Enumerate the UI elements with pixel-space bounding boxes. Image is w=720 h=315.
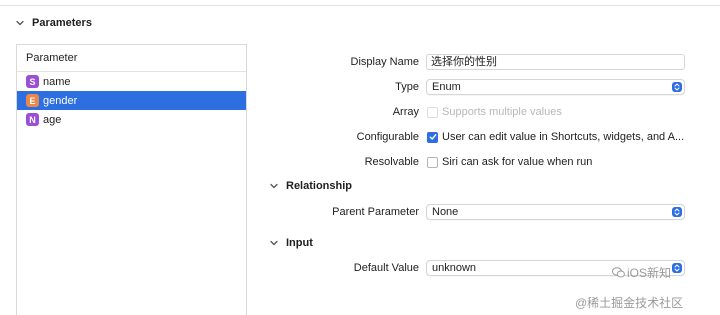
parent-parameter-label: Parent Parameter — [332, 206, 419, 218]
relationship-section-title: Relationship — [286, 180, 353, 192]
resolvable-label: Resolvable — [364, 156, 419, 168]
parameter-item-age[interactable]: N age — [17, 110, 246, 129]
relationship-section-header[interactable]: Relationship — [270, 180, 352, 192]
number-type-icon: N — [26, 113, 39, 126]
resolvable-checkbox-row: Siri can ask for value when run — [427, 156, 592, 168]
chevron-down-icon[interactable] — [270, 239, 278, 247]
up-down-chevron-icon — [672, 207, 682, 217]
input-section-title: Input — [286, 237, 313, 249]
configurable-label: Configurable — [356, 131, 419, 143]
watermark-brand-text: iOS新知 — [627, 266, 672, 280]
type-label: Type — [395, 81, 419, 93]
wechat-icon — [612, 267, 625, 281]
checkmark-icon — [429, 134, 436, 140]
display-name-label: Display Name — [350, 56, 419, 68]
parameters-section-title: Parameters — [32, 17, 92, 29]
parameter-item-label: gender — [43, 94, 78, 107]
top-divider — [0, 5, 720, 6]
parameter-list: Parameter S name E gender N age — [16, 44, 247, 315]
watermark-brand: iOS新知 — [612, 264, 671, 281]
chevron-down-icon[interactable] — [270, 182, 278, 190]
type-popup[interactable]: Enum — [426, 79, 685, 95]
parameter-item-gender[interactable]: E gender — [17, 91, 246, 110]
enum-type-icon: E — [26, 94, 39, 107]
array-checkbox-label: Supports multiple values — [442, 106, 562, 118]
parameter-item-label: name — [43, 75, 71, 88]
up-down-chevron-icon — [672, 263, 682, 273]
configurable-checkbox-row: User can edit value in Shortcuts, widget… — [427, 131, 684, 143]
parent-parameter-popup[interactable]: None — [426, 204, 685, 220]
parameter-list-header: Parameter — [17, 45, 246, 72]
watermark-source: @稀土掘金技术社区 — [575, 296, 684, 310]
resolvable-checkbox[interactable] — [427, 156, 438, 168]
up-down-chevron-icon — [672, 82, 682, 92]
configurable-checkbox-label: User can edit value in Shortcuts, widget… — [442, 131, 685, 143]
parameters-section-header[interactable]: Parameters — [16, 17, 92, 29]
parameter-item-label: age — [43, 113, 62, 126]
parameter-item-name[interactable]: S name — [17, 72, 246, 91]
type-popup-value: Enum — [432, 81, 461, 93]
default-value-value: unknown — [432, 262, 477, 274]
resolvable-checkbox-label: Siri can ask for value when run — [442, 156, 593, 168]
array-label: Array — [392, 106, 419, 118]
array-checkbox-row: Supports multiple values — [427, 106, 562, 118]
parent-parameter-value: None — [432, 206, 459, 218]
display-name-field[interactable]: 选择你的性别 — [426, 54, 685, 70]
array-checkbox[interactable] — [427, 106, 438, 118]
configurable-checkbox[interactable] — [427, 131, 438, 143]
default-value-label: Default Value — [353, 262, 419, 274]
input-section-header[interactable]: Input — [270, 237, 313, 249]
string-type-icon: S — [26, 75, 39, 88]
chevron-down-icon[interactable] — [16, 19, 24, 27]
